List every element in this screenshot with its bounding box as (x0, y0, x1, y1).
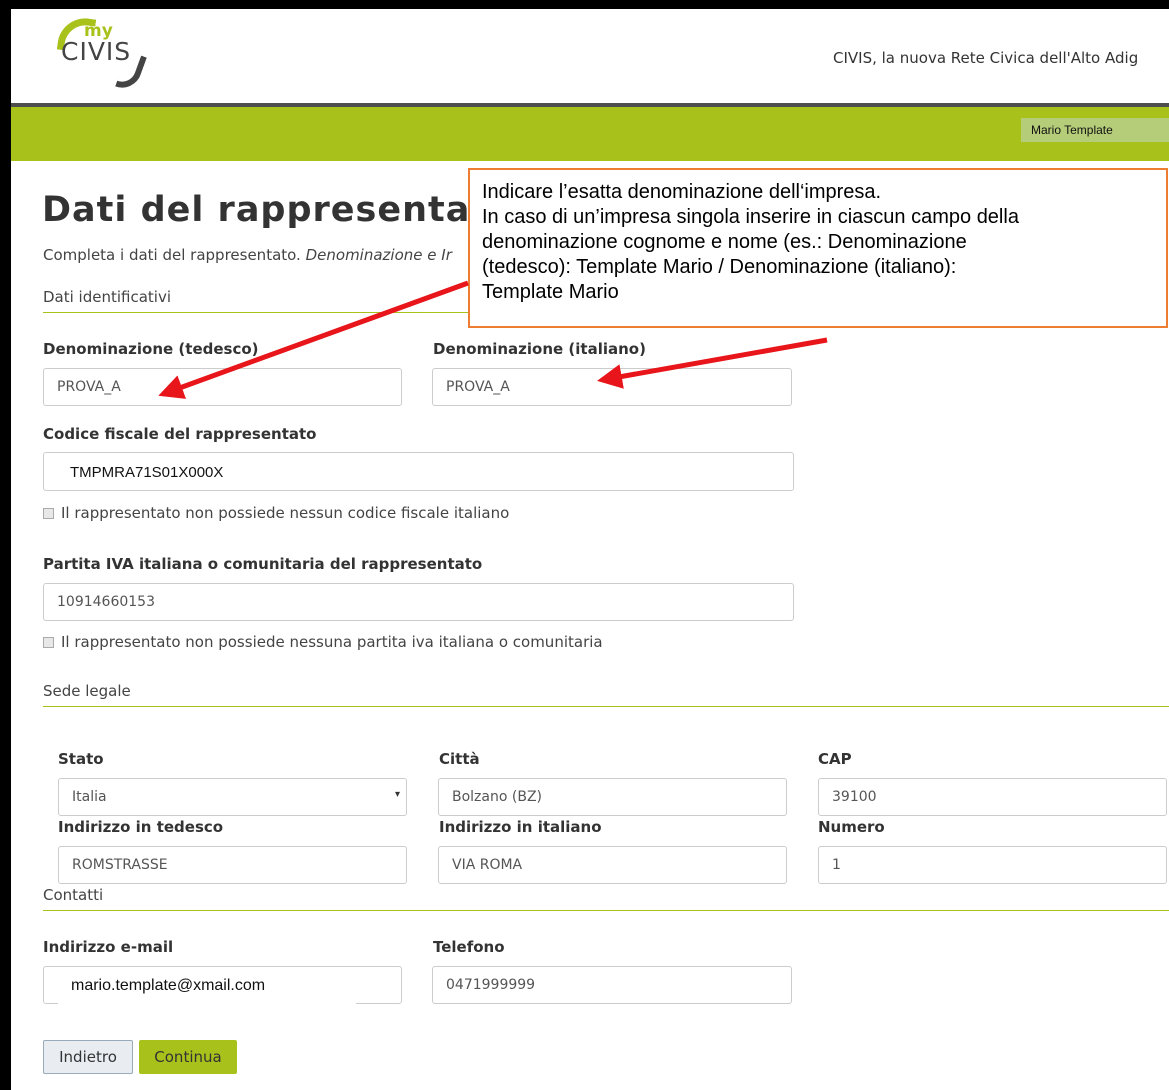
callout-line-5: Template Mario (482, 281, 619, 303)
email-label: Indirizzo e-mail (43, 938, 174, 956)
state-value: Italia (72, 789, 107, 805)
phone-value: 0471999999 (446, 977, 536, 993)
address-it-value: VIA ROMA (452, 857, 523, 873)
name-it-input[interactable]: PROVA_A (432, 368, 792, 406)
zip-input[interactable]: 39100 (818, 778, 1167, 816)
page-title: Dati del rappresenta (42, 190, 471, 230)
callout-line-2: In caso di un’impresa singola inserire i… (482, 206, 1019, 228)
back-button[interactable]: Indietro (43, 1040, 133, 1074)
chevron-down-icon: ▾ (394, 789, 400, 800)
section-title-identification: Dati identificativi (43, 288, 172, 306)
callout-line-1: Indicare l’esatta denominazione dell‘imp… (482, 181, 882, 203)
mycivis-logo[interactable]: my CIVIS (51, 14, 161, 97)
no-vat-checkbox[interactable] (43, 636, 54, 648)
name-de-input[interactable]: PROVA_A (43, 368, 402, 406)
annotation-arrows (158, 280, 828, 399)
section-title-contacts: Contatti (43, 886, 104, 904)
state-label: Stato (58, 750, 104, 768)
annotation-callout: Indicare l’esatta denominazione dell‘imp… (468, 168, 1168, 328)
email-value: mario.template@xmail.com (71, 977, 266, 994)
no-tax-code-option[interactable]: Il rappresentato non possiede nessun cod… (43, 504, 509, 522)
screenshot-frame-left (0, 0, 11, 1090)
zip-label: CAP (818, 750, 852, 768)
vat-value: 10914660153 (57, 594, 155, 610)
vat-label: Partita IVA italiana o comunitaria del r… (43, 555, 483, 573)
city-value: Bolzano (BZ) (452, 789, 542, 805)
no-vat-option[interactable]: Il rappresentato non possiede nessuna pa… (43, 633, 603, 651)
site-tagline: CIVIS, la nuova Rete Civica dell'Alto Ad… (833, 49, 1139, 67)
address-it-input[interactable]: VIA ROMA (438, 846, 787, 884)
name-it-value: PROVA_A (446, 379, 510, 395)
section-divider-legal-seat (43, 706, 1169, 707)
address-de-input[interactable]: ROMSTRASSE (58, 846, 407, 884)
phone-label: Telefono (433, 938, 505, 956)
city-input[interactable]: Bolzano (BZ) (438, 778, 787, 816)
no-tax-code-label: Il rappresentato non possiede nessun cod… (61, 504, 510, 522)
no-tax-code-checkbox[interactable] (43, 507, 54, 519)
zip-value: 39100 (832, 789, 877, 805)
phone-input[interactable]: 0471999999 (432, 966, 792, 1004)
address-de-label: Indirizzo in tedesco (58, 818, 224, 836)
city-label: Città (439, 750, 480, 768)
navigation-bar (11, 107, 1169, 161)
tax-code-label: Codice fiscale del rappresentato (43, 425, 317, 443)
number-input[interactable]: 1 (818, 846, 1167, 884)
page-intro-text: Completa i dati del rappresentato. (43, 246, 306, 264)
section-title-legal-seat: Sede legale (43, 682, 131, 700)
section-divider-contacts (43, 910, 1169, 911)
address-it-label: Indirizzo in italiano (439, 818, 602, 836)
name-de-label: Denominazione (tedesco) (43, 340, 259, 358)
page-intro: Completa i dati del rappresentato. Denom… (43, 246, 452, 264)
no-vat-label: Il rappresentato non possiede nessuna pa… (61, 633, 603, 651)
number-value: 1 (832, 857, 841, 873)
screenshot-frame-top (0, 0, 1169, 9)
address-de-value: ROMSTRASSE (72, 857, 168, 873)
name-de-value: PROVA_A (57, 379, 121, 395)
vat-input[interactable]: 10914660153 (43, 583, 794, 621)
site-header: my CIVIS CIVIS, la nuova Rete Civica del… (11, 9, 1169, 103)
page-intro-italic: Denominazione e Ir (305, 246, 452, 264)
callout-line-4: (tedesco): Template Mario / Denominazion… (482, 256, 957, 278)
tax-code-value-box: TMPMRA71S01X000X (58, 456, 278, 488)
name-it-label: Denominazione (italiano) (433, 340, 646, 358)
continue-button[interactable]: Continua (139, 1040, 237, 1074)
number-label: Numero (818, 818, 885, 836)
email-value-box: mario.template@xmail.com (58, 969, 354, 1003)
user-name-badge[interactable]: Mario Template (1021, 118, 1169, 142)
section-divider-identification (43, 312, 468, 313)
tax-code-value: TMPMRA71S01X000X (70, 463, 224, 481)
callout-line-3: denominazione cognome e nome (es.: Denom… (482, 231, 967, 253)
logo-civis-text: CIVIS (61, 37, 132, 66)
state-select[interactable]: Italia ▾ (58, 778, 407, 816)
